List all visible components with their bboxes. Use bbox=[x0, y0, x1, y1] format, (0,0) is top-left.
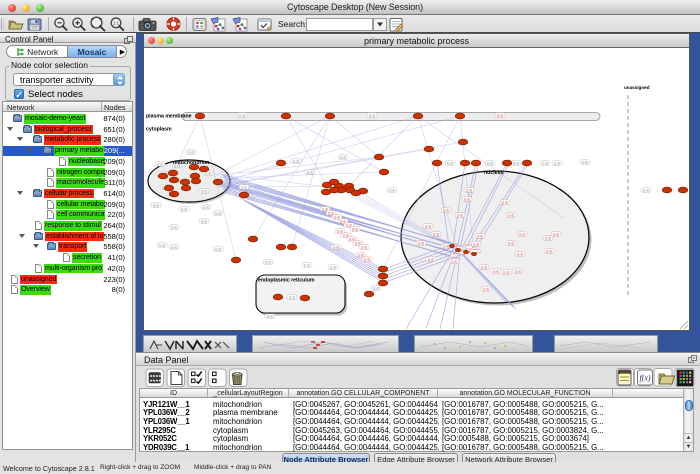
svg-text:[c-d]: [c-d] bbox=[643, 188, 649, 192]
svg-text:[c-d]: [c-d] bbox=[517, 252, 523, 256]
svg-text:[c-d]: [c-d] bbox=[515, 269, 521, 273]
svg-text:[c-d]: [c-d] bbox=[364, 257, 370, 261]
svg-text:[c-d]: [c-d] bbox=[542, 161, 548, 165]
svg-text:[c-d]: [c-d] bbox=[451, 259, 457, 263]
svg-text:[c-d]: [c-d] bbox=[447, 161, 453, 165]
svg-text:[c-d]: [c-d] bbox=[553, 232, 559, 236]
svg-text:[c-d]: [c-d] bbox=[239, 113, 245, 117]
svg-text:[c-d]: [c-d] bbox=[267, 314, 273, 318]
svg-text:[c-d]: [c-d] bbox=[201, 219, 207, 223]
svg-text:[c-d]: [c-d] bbox=[519, 232, 525, 236]
svg-text:[c-d]: [c-d] bbox=[171, 225, 177, 229]
svg-text:[c-d]: [c-d] bbox=[493, 269, 499, 273]
svg-text:endoplasmic reticulum: endoplasmic reticulum bbox=[258, 278, 315, 284]
svg-text:[c-d]: [c-d] bbox=[340, 155, 346, 159]
svg-text:mitochondrion: mitochondrion bbox=[173, 160, 209, 166]
svg-text:[c-d]: [c-d] bbox=[373, 286, 379, 290]
svg-text:[c-d]: [c-d] bbox=[473, 242, 479, 246]
svg-text:[c-d]: [c-d] bbox=[503, 270, 509, 274]
svg-text:[c-d]: [c-d] bbox=[443, 208, 449, 212]
svg-text:[c-d]: [c-d] bbox=[215, 211, 221, 215]
svg-text:[c-d]: [c-d] bbox=[215, 247, 221, 251]
svg-text:Search:: Search: bbox=[278, 19, 307, 29]
svg-text:[c-d]: [c-d] bbox=[502, 200, 508, 204]
svg-text:[c-d]: [c-d] bbox=[265, 260, 271, 264]
svg-text:[c-d]: [c-d] bbox=[443, 244, 449, 248]
svg-text:[c-d]: [c-d] bbox=[464, 197, 470, 201]
svg-text:[c-d]: [c-d] bbox=[157, 162, 163, 166]
svg-text:[c-d]: [c-d] bbox=[361, 245, 367, 249]
svg-text:[c-d]: [c-d] bbox=[457, 213, 463, 217]
svg-text:[c-d]: [c-d] bbox=[477, 234, 483, 238]
svg-text:[c-d]: [c-d] bbox=[159, 243, 165, 247]
svg-text:[c-d]: [c-d] bbox=[428, 257, 434, 261]
svg-text:[c-d]: [c-d] bbox=[188, 150, 194, 154]
svg-text:[c-d]: [c-d] bbox=[513, 161, 519, 165]
svg-text:[c-d]: [c-d] bbox=[201, 189, 207, 193]
svg-text:[c-d]: [c-d] bbox=[330, 265, 336, 269]
svg-text:[c-d]: [c-d] bbox=[554, 161, 560, 165]
svg-text:f(x): f(x) bbox=[639, 374, 650, 383]
svg-text:[c-d]: [c-d] bbox=[333, 245, 339, 249]
svg-text:unassigned: unassigned bbox=[624, 85, 650, 90]
svg-text:[c-d]: [c-d] bbox=[153, 203, 159, 207]
svg-text:[c-d]: [c-d] bbox=[307, 170, 313, 174]
svg-text:[c-d]: [c-d] bbox=[466, 188, 472, 192]
svg-text:[c-d]: [c-d] bbox=[425, 224, 431, 228]
svg-text:[c-d]: [c-d] bbox=[369, 113, 375, 117]
svg-text:plasma membrane: plasma membrane bbox=[146, 114, 192, 120]
svg-text:[c-d]: [c-d] bbox=[545, 236, 551, 240]
svg-text:nucleus: nucleus bbox=[484, 170, 504, 176]
svg-text:cytoplasm: cytoplasm bbox=[146, 127, 172, 133]
svg-text:[c-d]: [c-d] bbox=[241, 185, 247, 189]
svg-text:[c-d]: [c-d] bbox=[508, 241, 514, 245]
svg-text:[c-d]: [c-d] bbox=[508, 213, 514, 217]
svg-text:[c-d]: [c-d] bbox=[389, 188, 395, 192]
svg-text:[c-d]: [c-d] bbox=[546, 249, 552, 253]
svg-text:[c-d]: [c-d] bbox=[487, 161, 493, 165]
svg-text:[c-d]: [c-d] bbox=[483, 287, 489, 291]
svg-text:[c-d]: [c-d] bbox=[181, 207, 187, 211]
svg-text:[c-d]: [c-d] bbox=[171, 245, 177, 249]
svg-text:[c-d]: [c-d] bbox=[293, 159, 299, 163]
svg-text:[c-d]: [c-d] bbox=[481, 265, 487, 269]
svg-text:[c-d]: [c-d] bbox=[352, 227, 358, 231]
svg-text:[c-d]: [c-d] bbox=[418, 241, 424, 245]
svg-text:[c-d]: [c-d] bbox=[289, 295, 295, 299]
svg-text:[c-d]: [c-d] bbox=[582, 160, 588, 164]
svg-text:[c-d]: [c-d] bbox=[203, 205, 209, 209]
svg-text:[c-d]: [c-d] bbox=[433, 232, 439, 236]
svg-text:[c-d]: [c-d] bbox=[497, 113, 503, 117]
svg-text:1:1: 1:1 bbox=[113, 21, 119, 26]
svg-text:[c-d]: [c-d] bbox=[304, 263, 310, 267]
